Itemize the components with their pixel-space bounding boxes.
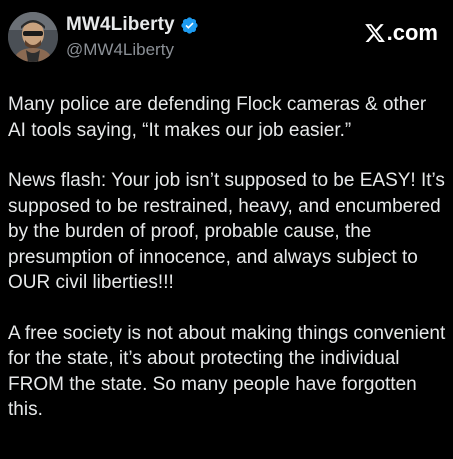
x-logo-icon xyxy=(364,22,386,44)
post-paragraph: A free society is not about making thing… xyxy=(8,322,446,421)
post-paragraph: News flash: Your job isn’t supposed to b… xyxy=(8,170,445,293)
profile-photo-icon xyxy=(8,12,58,62)
display-name[interactable]: MW4Liberty xyxy=(66,14,175,36)
display-name-row: MW4Liberty xyxy=(66,12,199,38)
post-card: MW4Liberty @MW4Liberty .com Many police … xyxy=(0,0,453,459)
verified-badge-icon xyxy=(180,16,199,35)
brand-domain-label: .com xyxy=(386,20,438,45)
handle[interactable]: @MW4Liberty xyxy=(66,40,199,60)
author-block: MW4Liberty @MW4Liberty xyxy=(66,12,199,60)
brand-watermark: .com xyxy=(364,20,438,46)
avatar[interactable] xyxy=(8,12,58,62)
post-paragraph: Many police are defending Flock cameras … xyxy=(8,94,427,141)
post-text: Many police are defending Flock cameras … xyxy=(8,92,448,423)
